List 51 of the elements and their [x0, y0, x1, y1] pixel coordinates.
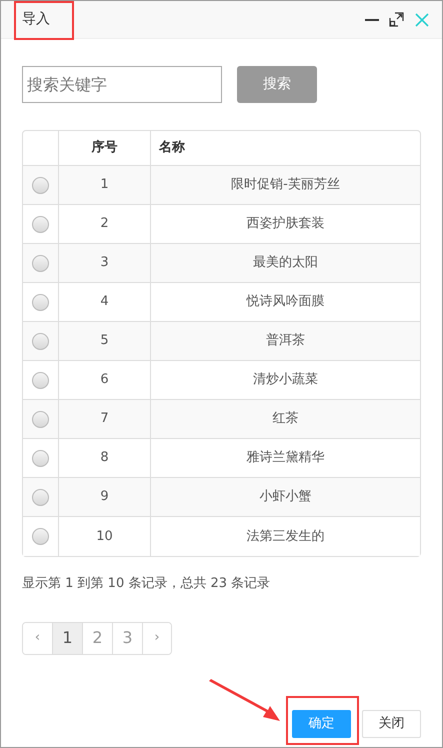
table-cell-text: 7: [100, 410, 109, 428]
radio-button[interactable]: [32, 450, 49, 466]
table-cell-text: 4: [100, 293, 109, 312]
table-cell-text: 10: [96, 528, 113, 546]
radio-button[interactable]: [32, 410, 49, 428]
radio-button[interactable]: [32, 488, 49, 506]
radio-button[interactable]: [32, 528, 49, 545]
table-cell-text: 6: [100, 371, 109, 390]
table-cell-text: 限时促销-芙丽芳丝: [231, 176, 340, 194]
table-cell-text: 1: [100, 176, 109, 194]
table-row[interactable]: 1 限时促销-芙丽芳丝: [23, 166, 420, 205]
table-cell-text: 2: [100, 215, 109, 234]
close-button[interactable]: 关闭: [362, 710, 421, 738]
record-summary: 显示第 1 到第 10 条记录，总共 23 条记录: [22, 575, 272, 593]
arrow-icon: [208, 679, 281, 723]
table-cell-text: 红茶: [272, 410, 298, 428]
radio-button[interactable]: [32, 294, 49, 310]
table-cell-text: 法第三发生的: [246, 528, 324, 546]
table-row[interactable]: 3 最美的太阳: [23, 244, 420, 283]
table-cell-text: 5: [100, 332, 109, 350]
table-cell-text: 清炒小蔬菜: [253, 371, 318, 390]
highlight-frame: [14, 1, 74, 40]
search-field[interactable]: 搜索关键字: [22, 66, 222, 103]
radio-button[interactable]: [32, 332, 49, 350]
table-cell-text: 9: [100, 488, 109, 506]
table-row[interactable]: 7 红茶: [23, 400, 420, 439]
column-header: 名称: [158, 139, 186, 158]
maximize-icon[interactable]: [388, 12, 404, 28]
table-row[interactable]: 6 清炒小蔬菜: [23, 361, 420, 400]
table-row[interactable]: 8 雅诗兰黛精华: [23, 439, 420, 478]
radio-button[interactable]: [32, 372, 49, 388]
table-cell-text: 8: [100, 449, 109, 468]
table-row[interactable]: 5 普洱茶: [23, 322, 420, 361]
table-cell-text: 雅诗兰黛精华: [246, 449, 324, 468]
table-row[interactable]: 9 小虾小蟹: [23, 478, 420, 517]
radio-button[interactable]: [32, 254, 49, 272]
page-link[interactable]: 1: [52, 622, 82, 654]
window-title: 导入: [22, 10, 50, 29]
radio-button[interactable]: [32, 216, 49, 232]
table-cell-text: 最美的太阳: [253, 254, 318, 272]
table-cell-text: 3: [100, 254, 109, 272]
table-row[interactable]: 10 法第三发生的: [23, 517, 420, 556]
table-row[interactable]: 2 西姿护肤套装: [23, 205, 420, 244]
radio-button[interactable]: [32, 176, 49, 194]
column-header: 序号: [59, 131, 151, 165]
close-icon[interactable]: [414, 12, 430, 28]
table-row[interactable]: 4 悦诗风吟面膜: [23, 283, 420, 322]
table-cell-text: 普洱茶: [266, 332, 305, 350]
table-cell-text: 悦诗风吟面膜: [246, 293, 324, 312]
table-cell-text: 小虾小蟹: [260, 488, 312, 506]
table-cell-text: 西姿护肤套装: [246, 215, 324, 234]
